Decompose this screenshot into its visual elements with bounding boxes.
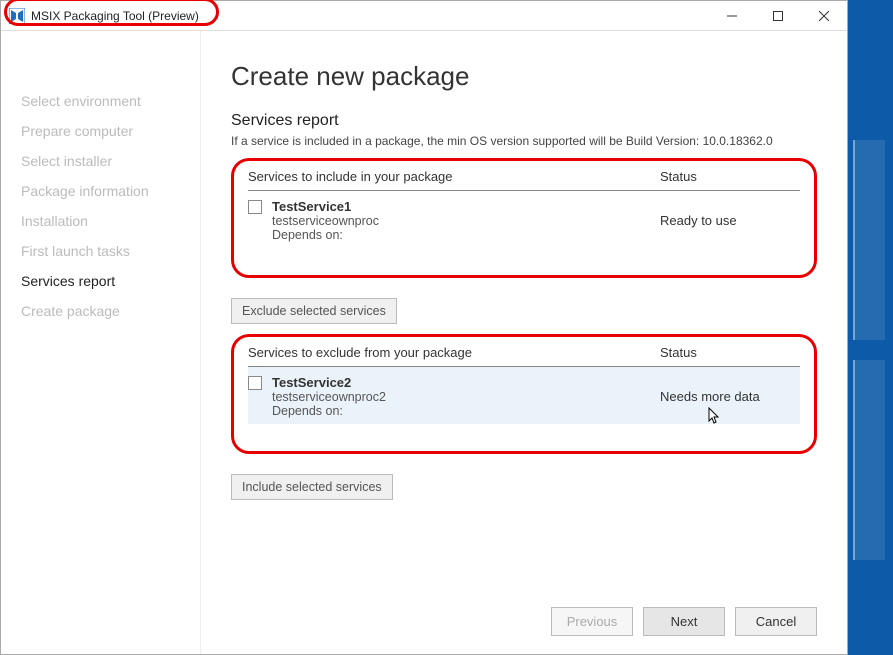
window-title: MSIX Packaging Tool (Preview) bbox=[31, 9, 199, 23]
services-include-panel: Services to include in your package Stat… bbox=[231, 158, 817, 278]
cancel-button[interactable]: Cancel bbox=[735, 607, 817, 636]
service-status: Needs more data bbox=[660, 375, 800, 418]
sidebar-item-installation[interactable]: Installation bbox=[21, 206, 200, 236]
service-name: TestService1 bbox=[272, 199, 660, 214]
service-proc: testserviceownproc2 bbox=[272, 390, 660, 404]
sidebar: Select environment Prepare computer Sele… bbox=[1, 31, 201, 654]
maximize-button[interactable] bbox=[755, 1, 801, 30]
service-status: Ready to use bbox=[660, 199, 800, 242]
exclude-header-left: Services to exclude from your package bbox=[248, 345, 660, 360]
app-icon bbox=[9, 8, 25, 24]
include-service-row[interactable]: TestService1 testserviceownproc Depends … bbox=[248, 191, 800, 248]
sidebar-item-select-installer[interactable]: Select installer bbox=[21, 146, 200, 176]
sidebar-item-first-launch-tasks[interactable]: First launch tasks bbox=[21, 236, 200, 266]
sidebar-item-create-package[interactable]: Create package bbox=[21, 296, 200, 326]
exclude-selected-button[interactable]: Exclude selected services bbox=[231, 298, 397, 324]
next-button[interactable]: Next bbox=[643, 607, 725, 636]
services-exclude-panel: Services to exclude from your package St… bbox=[231, 334, 817, 454]
previous-button[interactable]: Previous bbox=[551, 607, 633, 636]
exclude-service-info: TestService2 testserviceownproc2 Depends… bbox=[272, 375, 660, 418]
include-header-left: Services to include in your package bbox=[248, 169, 660, 184]
include-header-status: Status bbox=[660, 169, 800, 184]
service-checkbox[interactable] bbox=[248, 376, 262, 390]
section-heading: Services report bbox=[231, 112, 817, 130]
minimize-button[interactable] bbox=[709, 1, 755, 30]
section-note: If a service is included in a package, t… bbox=[231, 134, 817, 148]
desktop-background bbox=[848, 0, 893, 655]
include-service-info: TestService1 testserviceownproc Depends … bbox=[272, 199, 660, 242]
main-content: Create new package Services report If a … bbox=[201, 31, 847, 654]
app-window: MSIX Packaging Tool (Preview) Select env… bbox=[0, 0, 848, 655]
footer-buttons: Previous Next Cancel bbox=[231, 589, 817, 654]
exclude-header-status: Status bbox=[660, 345, 800, 360]
service-proc: testserviceownproc bbox=[272, 214, 660, 228]
include-selected-button[interactable]: Include selected services bbox=[231, 474, 393, 500]
sidebar-item-select-environment[interactable]: Select environment bbox=[21, 86, 200, 116]
titlebar[interactable]: MSIX Packaging Tool (Preview) bbox=[1, 1, 847, 31]
service-depends: Depends on: bbox=[272, 404, 660, 418]
include-table-header: Services to include in your package Stat… bbox=[248, 169, 800, 191]
service-name: TestService2 bbox=[272, 375, 660, 390]
service-checkbox[interactable] bbox=[248, 200, 262, 214]
mouse-cursor-icon bbox=[708, 407, 722, 430]
service-depends: Depends on: bbox=[272, 228, 660, 242]
window-controls bbox=[709, 1, 847, 30]
exclude-table-header: Services to exclude from your package St… bbox=[248, 345, 800, 367]
page-title: Create new package bbox=[231, 61, 817, 92]
exclude-service-row[interactable]: TestService2 testserviceownproc2 Depends… bbox=[248, 367, 800, 424]
sidebar-item-package-information[interactable]: Package information bbox=[21, 176, 200, 206]
close-button[interactable] bbox=[801, 1, 847, 30]
sidebar-item-services-report[interactable]: Services report bbox=[21, 266, 200, 296]
service-status-text: Needs more data bbox=[660, 389, 760, 404]
sidebar-item-prepare-computer[interactable]: Prepare computer bbox=[21, 116, 200, 146]
